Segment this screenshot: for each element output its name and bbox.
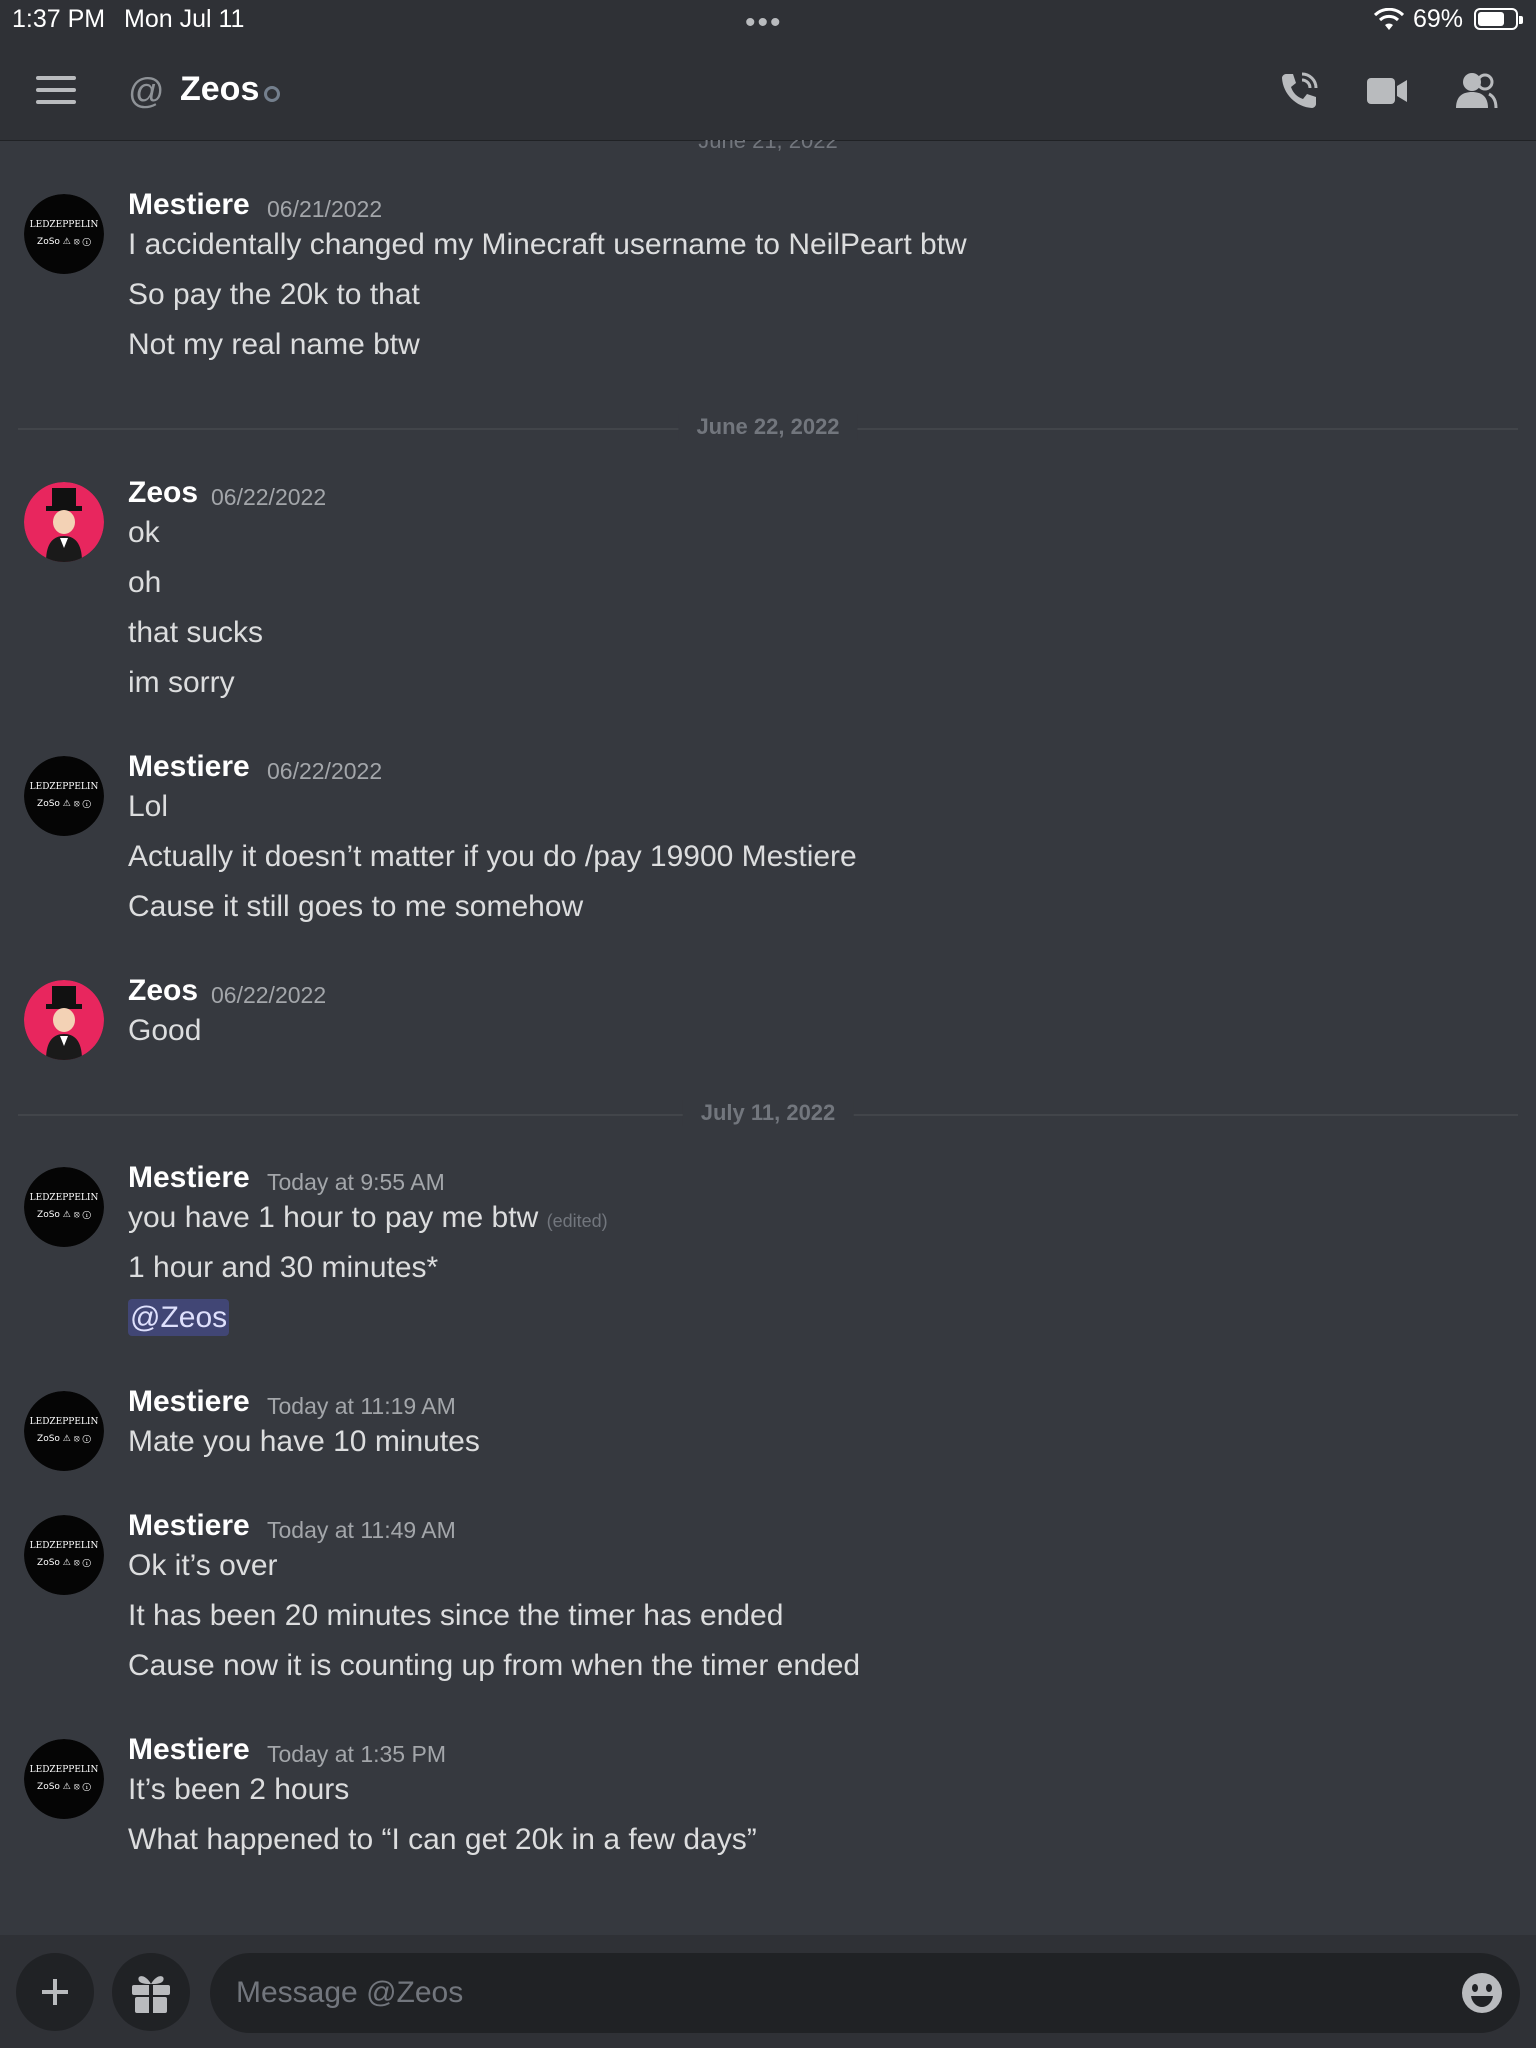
message-author[interactable]: Mestiere [128,1733,250,1767]
multitasking-dots-icon[interactable]: ••• [745,6,783,40]
message-timestamp: 06/22/2022 [267,758,383,784]
message-author[interactable]: Mestiere [128,1385,250,1419]
battery-percent: 69% [1413,5,1464,33]
message-author[interactable]: Mestiere [128,1509,250,1543]
avatar[interactable] [24,980,104,1060]
message-timestamp: Today at 11:49 AM [267,1517,456,1543]
message-text: I accidentally changed my Minecraft user… [128,228,967,261]
message-author[interactable]: Mestiere [128,1161,250,1195]
date-divider: June 22, 2022 [18,414,1518,440]
message-timestamp: Today at 9:55 AM [267,1169,445,1195]
message-line: @Zeos [128,1299,230,1336]
gift-icon[interactable] [112,1953,190,2031]
led-zeppelin-avatar-image: LEDZEPPELIN ZoSo ⚠ ⦻ ⓘ [24,194,104,274]
led-zeppelin-avatar-image: LEDZEPPELIN ZoSo ⚠ ⦻ ⓘ [24,756,104,836]
message-text: Ok it’s over [128,1549,278,1582]
message-text: that sucks [128,616,264,649]
avatar-band-text: LEDZEPPELIN [30,782,99,792]
avatar-symbols-text: ZoSo ⚠ ⦻ ⓘ [37,237,91,247]
members-icon[interactable] [1452,68,1498,114]
message-timestamp: 06/22/2022 [211,484,327,510]
message-text: Lol [128,790,169,823]
avatar-band-text: LEDZEPPELIN [30,1541,99,1551]
avatar[interactable]: LEDZEPPELIN ZoSo ⚠ ⦻ ⓘ [24,1515,104,1595]
message-timestamp: 06/21/2022 [267,196,383,222]
phone-icon[interactable] [1276,68,1322,114]
avatar-symbols-text: ZoSo ⚠ ⦻ ⓘ [37,1210,91,1220]
avatar-symbols-text: ZoSo ⚠ ⦻ ⓘ [37,1434,91,1444]
channel-header: @ Zeos [0,40,1536,140]
message-author[interactable]: Zeos [128,476,198,510]
message-text: It’s been 2 hours [128,1773,350,1806]
led-zeppelin-avatar-image: LEDZEPPELIN ZoSo ⚠ ⦻ ⓘ [24,1391,104,1471]
message-author[interactable]: Mestiere [128,188,250,222]
status-bar: 1:37 PM Mon Jul 11 ••• 69% [0,0,1536,40]
message-text: It has been 20 minutes since the timer h… [128,1599,784,1632]
message-input-container [210,1953,1520,2033]
message-timestamp: Today at 1:35 PM [267,1741,446,1767]
video-icon[interactable] [1364,68,1410,114]
message-text: Cause now it is counting up from when th… [128,1649,861,1682]
avatar[interactable]: LEDZEPPELIN ZoSo ⚠ ⦻ ⓘ [24,1739,104,1819]
message-text: What happened to “I can get 20k in a few… [128,1823,757,1856]
avatar[interactable] [24,482,104,562]
led-zeppelin-avatar-image: LEDZEPPELIN ZoSo ⚠ ⦻ ⓘ [24,1515,104,1595]
date-divider-partial: June 21, 2022 [698,140,838,153]
message-text-line: you have 1 hour to pay me btw (edited) [128,1201,608,1235]
channel-title[interactable]: Zeos [180,70,259,109]
message-text: 1 hour and 30 minutes* [128,1251,439,1284]
message-text: oh [128,566,162,599]
avatar-symbols-text: ZoSo ⚠ ⦻ ⓘ [37,1782,91,1792]
message-text: Actually it doesn’t matter if you do /pa… [128,840,857,873]
message-text: So pay the 20k to that [128,278,420,311]
message-author[interactable]: Mestiere [128,750,250,784]
date-divider-label: June 22, 2022 [678,414,858,440]
message-list[interactable]: June 21, 2022 June 22, 2022 July 11, 202… [0,140,1536,1935]
message-text: Good [128,1014,202,1047]
avatar[interactable]: LEDZEPPELIN ZoSo ⚠ ⦻ ⓘ [24,1391,104,1471]
avatar-band-text: LEDZEPPELIN [30,1193,99,1203]
top-hat-character-avatar-image [24,980,104,1060]
hamburger-icon[interactable] [36,76,76,106]
avatar[interactable]: LEDZEPPELIN ZoSo ⚠ ⦻ ⓘ [24,756,104,836]
status-date: Mon Jul 11 [124,5,245,33]
message-text: Cause it still goes to me somehow [128,890,584,923]
top-hat-character-avatar-image [24,482,104,562]
avatar[interactable]: LEDZEPPELIN ZoSo ⚠ ⦻ ⓘ [24,1167,104,1247]
message-text: Mate you have 10 minutes [128,1425,480,1458]
user-mention[interactable]: @Zeos [128,1299,230,1336]
message-text: ok [128,516,160,549]
edited-label: (edited) [546,1211,608,1231]
avatar-symbols-text: ZoSo ⚠ ⦻ ⓘ [37,1558,91,1568]
led-zeppelin-avatar-image: LEDZEPPELIN ZoSo ⚠ ⦻ ⓘ [24,1167,104,1247]
date-divider: July 11, 2022 [18,1100,1518,1126]
message-text: you have 1 hour to pay me btw [128,1201,539,1234]
avatar-band-text: LEDZEPPELIN [30,1765,99,1775]
wifi-icon [1374,8,1404,30]
message-input[interactable] [234,1967,1418,2019]
avatar-band-text: LEDZEPPELIN [30,1417,99,1427]
status-time: 1:37 PM [12,5,106,33]
message-author[interactable]: Zeos [128,974,198,1008]
at-icon: @ [128,70,165,111]
message-timestamp: Today at 11:19 AM [267,1393,456,1419]
message-text: Not my real name btw [128,328,420,361]
emoji-icon[interactable] [1460,1971,1504,2015]
date-divider-label: July 11, 2022 [682,1100,854,1126]
message-timestamp: 06/22/2022 [211,982,327,1008]
offline-status-icon [264,86,280,102]
avatar-symbols-text: ZoSo ⚠ ⦻ ⓘ [37,799,91,809]
avatar[interactable]: LEDZEPPELIN ZoSo ⚠ ⦻ ⓘ [24,194,104,274]
message-composer [0,1935,1536,2048]
avatar-band-text: LEDZEPPELIN [30,220,99,230]
message-text: im sorry [128,666,235,699]
plus-icon[interactable] [16,1953,94,2031]
battery-icon [1474,8,1523,30]
led-zeppelin-avatar-image: LEDZEPPELIN ZoSo ⚠ ⦻ ⓘ [24,1739,104,1819]
